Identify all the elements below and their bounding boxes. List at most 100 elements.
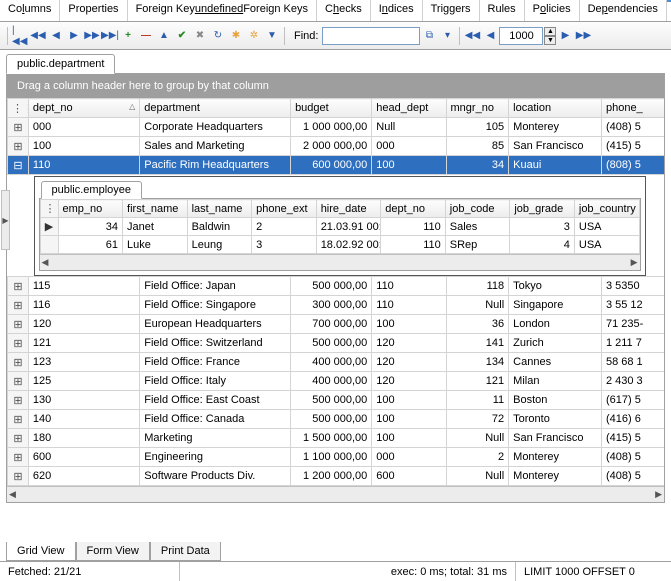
expand-toggle[interactable]: ⊟	[8, 156, 29, 175]
cell-phone[interactable]: (415) 5	[601, 137, 664, 156]
main-hscrollbar[interactable]: ◀▶	[7, 486, 664, 502]
cell-phone[interactable]: (415) 5	[601, 429, 664, 448]
cell-budget[interactable]: 500 000,00	[291, 277, 372, 296]
expand-toggle[interactable]: ⊞	[8, 277, 29, 296]
expand-toggle[interactable]: ⊞	[8, 391, 29, 410]
cell-head_dept[interactable]: 100	[372, 410, 446, 429]
cell-budget[interactable]: 1 500 000,00	[291, 429, 372, 448]
cell-location[interactable]: San Francisco	[509, 429, 602, 448]
cell-mngr_no[interactable]: 34	[446, 156, 509, 175]
table-row[interactable]: ⊟110Pacific Rim Headquarters600 000,0010…	[8, 156, 665, 175]
cell-head_dept[interactable]: 100	[372, 315, 446, 334]
cell-mngr_no[interactable]: Null	[446, 429, 509, 448]
post-icon[interactable]: ✔	[173, 26, 191, 46]
cell-mngr_no[interactable]: 2	[446, 448, 509, 467]
tab-rules[interactable]: Rules	[480, 0, 525, 21]
expand-toggle[interactable]: ⊞	[8, 429, 29, 448]
nav-next-icon[interactable]: ▶	[65, 26, 83, 46]
cell-budget[interactable]: 1 000 000,00	[291, 118, 372, 137]
cell-department[interactable]: Marketing	[140, 429, 291, 448]
cell-phone[interactable]: 3 5350	[601, 277, 664, 296]
cell-phone[interactable]: 1 211 7	[601, 334, 664, 353]
col-header-location[interactable]: location	[509, 99, 602, 118]
cell-budget[interactable]: 500 000,00	[291, 334, 372, 353]
cell-location[interactable]: Singapore	[509, 296, 602, 315]
cell-head_dept[interactable]: 100	[372, 391, 446, 410]
col-header-head_dept[interactable]: head_dept	[372, 99, 446, 118]
cell-location[interactable]: Tokyo	[509, 277, 602, 296]
cell-mngr_no[interactable]: 105	[446, 118, 509, 137]
sub-col-header-dept_no[interactable]: dept_no	[381, 200, 446, 218]
cell-location[interactable]: Monterey	[509, 448, 602, 467]
cell-department[interactable]: Field Office: East Coast	[140, 391, 291, 410]
cell-location[interactable]: Monterey	[509, 118, 602, 137]
cell-head_dept[interactable]: 110	[372, 277, 446, 296]
cell-head_dept[interactable]: 110	[372, 296, 446, 315]
cell-head_dept[interactable]: 600	[372, 467, 446, 486]
cell-mngr_no[interactable]: 72	[446, 410, 509, 429]
tab-columns[interactable]: Columns	[0, 0, 60, 21]
table-row[interactable]: ⊞116Field Office: Singapore300 000,00110…	[8, 296, 665, 315]
cell-head_dept[interactable]: 100	[372, 156, 446, 175]
table-row[interactable]: ⊞123Field Office: France400 000,00120134…	[8, 353, 665, 372]
table-row[interactable]: ⊞100Sales and Marketing2 000 000,0000085…	[8, 137, 665, 156]
cell-phone[interactable]: (808) 5	[601, 156, 664, 175]
col-header-department[interactable]: department	[140, 99, 291, 118]
col-header-budget[interactable]: budget	[291, 99, 372, 118]
cell-location[interactable]: London	[509, 315, 602, 334]
tab-triggers[interactable]: Triggers	[423, 0, 480, 21]
find-dropdown-icon[interactable]: ▾	[438, 26, 456, 46]
cell-head_dept[interactable]: 120	[372, 334, 446, 353]
cell-department[interactable]: Field Office: Italy	[140, 372, 291, 391]
sub-cell-hire_date[interactable]: 21.03.91 00:00	[316, 218, 381, 236]
refresh-icon[interactable]: ↻	[209, 26, 227, 46]
cell-mngr_no[interactable]: 11	[446, 391, 509, 410]
sub-col-header-job_country[interactable]: job_country	[574, 200, 639, 218]
table-row[interactable]: ⊞120European Headquarters700 000,0010036…	[8, 315, 665, 334]
bookmark-goto-icon[interactable]: ✲	[245, 26, 263, 46]
cell-dept_no[interactable]: 130	[28, 391, 139, 410]
cancel-icon[interactable]: ✖	[191, 26, 209, 46]
cell-phone[interactable]: (408) 5	[601, 118, 664, 137]
cell-location[interactable]: Monterey	[509, 467, 602, 486]
tab-policies[interactable]: Policies	[525, 0, 580, 21]
tab-indices[interactable]: Indices	[371, 0, 423, 21]
col-header-dept_no[interactable]: dept_no	[28, 99, 139, 118]
cell-budget[interactable]: 400 000,00	[291, 372, 372, 391]
cell-location[interactable]: San Francisco	[509, 137, 602, 156]
edit-row-icon[interactable]: ▲	[155, 26, 173, 46]
sub-cell-phone_ext[interactable]: 2	[252, 218, 317, 236]
cell-head_dept[interactable]: 000	[372, 137, 446, 156]
sub-cell-job_country[interactable]: USA	[574, 236, 639, 254]
sub-cell-last_name[interactable]: Leung	[187, 236, 252, 254]
cell-department[interactable]: Engineering	[140, 448, 291, 467]
cell-mngr_no[interactable]: 134	[446, 353, 509, 372]
cell-budget[interactable]: 400 000,00	[291, 353, 372, 372]
cell-dept_no[interactable]: 140	[28, 410, 139, 429]
table-row[interactable]: ⊞620Software Products Div.1 200 000,0060…	[8, 467, 665, 486]
table-row[interactable]: ⊞121Field Office: Switzerland500 000,001…	[8, 334, 665, 353]
sub-cell-emp_no[interactable]: 34	[58, 218, 123, 236]
sub-cell-dept_no[interactable]: 110	[381, 218, 446, 236]
sub-cell-job_code[interactable]: Sales	[445, 218, 510, 236]
sub-cell-job_grade[interactable]: 4	[510, 236, 575, 254]
cell-phone[interactable]: (617) 5	[601, 391, 664, 410]
sub-col-header-emp_no[interactable]: emp_no	[58, 200, 123, 218]
cell-location[interactable]: Boston	[509, 391, 602, 410]
tab-data[interactable]: Data	[667, 0, 671, 21]
cell-phone[interactable]: (408) 5	[601, 467, 664, 486]
cell-location[interactable]: Zurich	[509, 334, 602, 353]
nav-prev-icon[interactable]: ◀	[47, 26, 65, 46]
sub-cell-phone_ext[interactable]: 3	[252, 236, 317, 254]
expand-toggle[interactable]: ⊞	[8, 410, 29, 429]
cell-dept_no[interactable]: 100	[28, 137, 139, 156]
bookmark-icon[interactable]: ✱	[227, 26, 245, 46]
nav-last-icon[interactable]: ▶▶|	[101, 26, 119, 46]
limit-up-icon[interactable]: ▲	[544, 27, 556, 36]
cell-phone[interactable]: (408) 5	[601, 448, 664, 467]
cell-head_dept[interactable]: 100	[372, 429, 446, 448]
cell-head_dept[interactable]: 000	[372, 448, 446, 467]
sub-col-header-last_name[interactable]: last_name	[187, 200, 252, 218]
expand-toggle[interactable]: ⊞	[8, 353, 29, 372]
limit-down-icon[interactable]: ▼	[544, 36, 556, 45]
